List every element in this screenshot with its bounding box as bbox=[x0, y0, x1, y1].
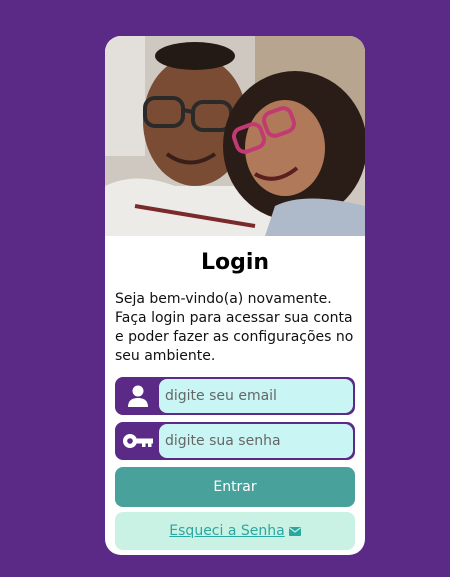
forgot-password-button[interactable]: Esqueci a Senha bbox=[115, 512, 355, 550]
password-input[interactable] bbox=[159, 424, 353, 458]
email-input[interactable] bbox=[159, 379, 353, 413]
password-field-group bbox=[115, 422, 355, 460]
profile-photo bbox=[105, 36, 365, 236]
forgot-password-label: Esqueci a Senha bbox=[169, 523, 285, 539]
key-icon bbox=[117, 424, 159, 458]
page-title: Login bbox=[200, 250, 270, 275]
user-icon bbox=[117, 379, 159, 413]
welcome-text: Seja bem-vindo(a) novamente. Faça login … bbox=[115, 291, 354, 364]
forgot-password-link[interactable]: Esqueci a Senha bbox=[169, 523, 301, 539]
login-card: Login Seja bem-vindo(a) novamente. Faça … bbox=[105, 36, 365, 555]
envelope-icon bbox=[288, 526, 301, 536]
submit-button[interactable]: Entrar bbox=[115, 467, 355, 507]
email-field-group bbox=[115, 377, 355, 415]
